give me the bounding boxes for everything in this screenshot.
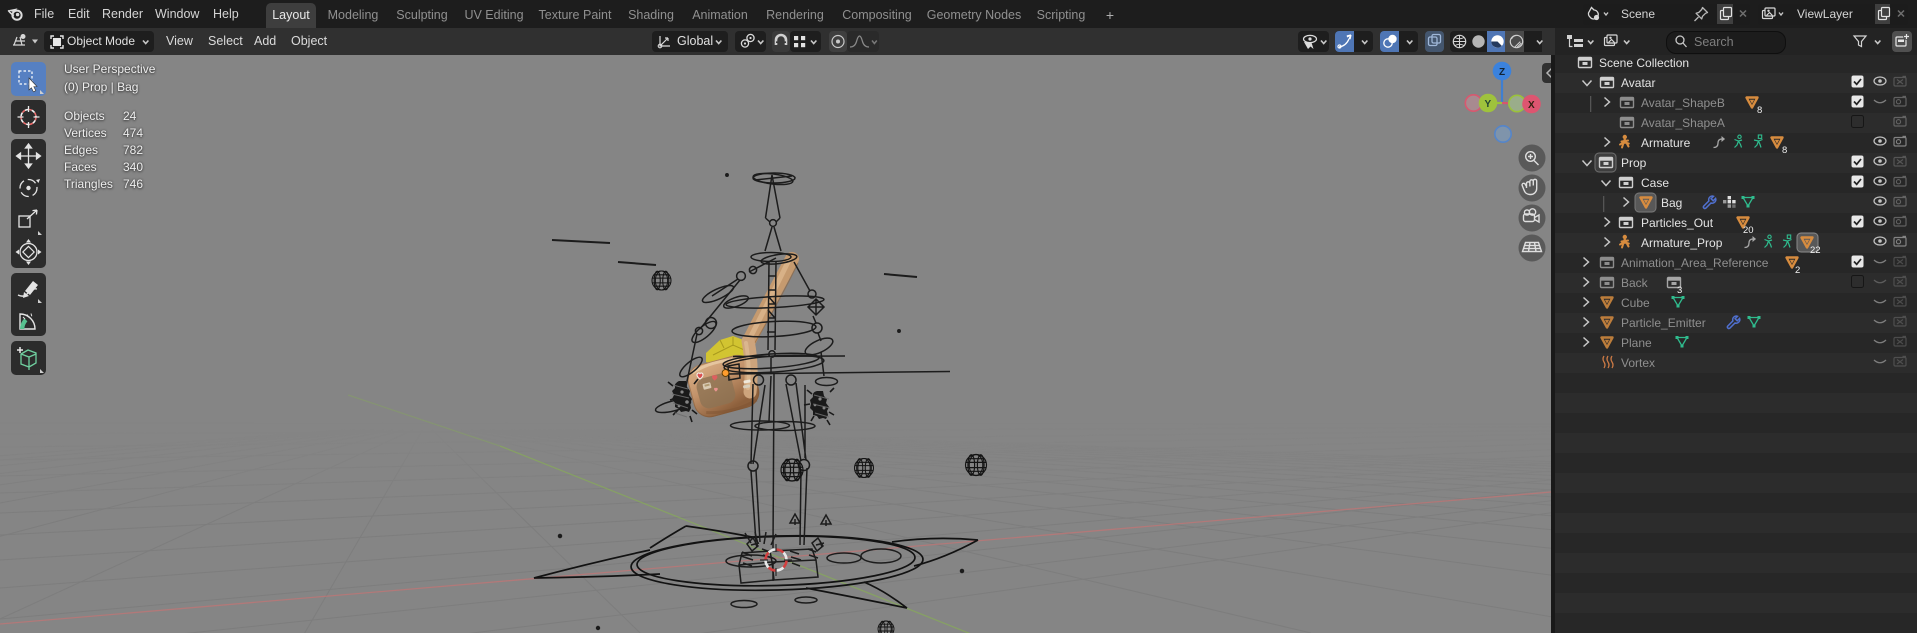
svg-text:Z: Z xyxy=(1499,67,1505,78)
svg-text:Y: Y xyxy=(1485,99,1492,110)
svg-text:X: X xyxy=(1528,100,1535,111)
